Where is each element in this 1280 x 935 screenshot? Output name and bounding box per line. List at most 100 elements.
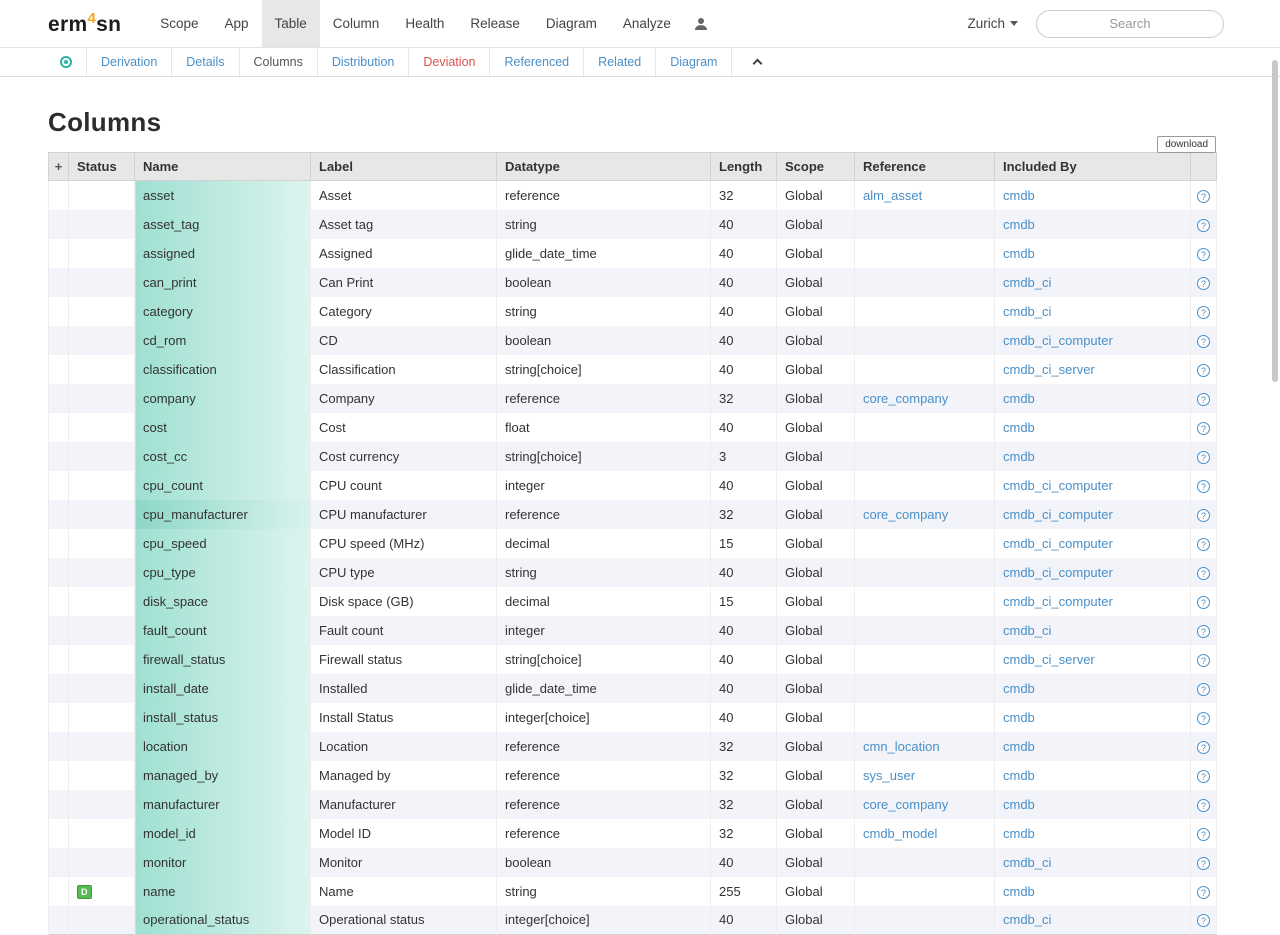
reference-link[interactable]: core_company	[863, 507, 948, 522]
table-row[interactable]: managed_byManaged byreference32Globalsys…	[49, 761, 1217, 790]
column-header-status[interactable]: Status	[69, 153, 135, 181]
table-row[interactable]: cd_romCDboolean40Globalcmdb_ci_computer?	[49, 326, 1217, 355]
help-icon[interactable]: ?	[1197, 422, 1210, 435]
included-by-link[interactable]: cmdb_ci_computer	[1003, 507, 1113, 522]
included-by-link[interactable]: cmdb_ci_computer	[1003, 536, 1113, 551]
column-header-included-by[interactable]: Included By	[995, 153, 1191, 181]
column-header-scope[interactable]: Scope	[777, 153, 855, 181]
help-icon[interactable]: ?	[1197, 828, 1210, 841]
add-column-header[interactable]: +	[49, 153, 69, 181]
included-by-link[interactable]: cmdb_ci_computer	[1003, 594, 1113, 609]
reference-link[interactable]: cmdb_model	[863, 826, 937, 841]
help-icon[interactable]: ?	[1197, 770, 1210, 783]
help-icon[interactable]: ?	[1197, 683, 1210, 696]
help-icon[interactable]: ?	[1197, 277, 1210, 290]
table-row[interactable]: classificationClassificationstring[choic…	[49, 355, 1217, 384]
table-row[interactable]: companyCompanyreference32Globalcore_comp…	[49, 384, 1217, 413]
nav-item-analyze[interactable]: Analyze	[610, 0, 684, 47]
table-row[interactable]: install_statusInstall Statusinteger[choi…	[49, 703, 1217, 732]
search-input[interactable]	[1036, 10, 1224, 38]
included-by-link[interactable]: cmdb	[1003, 710, 1035, 725]
collapse-panel-icon[interactable]	[753, 59, 763, 69]
nav-item-diagram[interactable]: Diagram	[533, 0, 610, 47]
column-header-datatype[interactable]: Datatype	[497, 153, 711, 181]
table-row[interactable]: cpu_countCPU countinteger40Globalcmdb_ci…	[49, 471, 1217, 500]
tab-diagram[interactable]: Diagram	[656, 48, 732, 76]
nav-item-release[interactable]: Release	[457, 0, 533, 47]
included-by-link[interactable]: cmdb	[1003, 188, 1035, 203]
help-icon[interactable]: ?	[1197, 335, 1210, 348]
reference-link[interactable]: sys_user	[863, 768, 915, 783]
reference-link[interactable]: core_company	[863, 391, 948, 406]
table-row[interactable]: cpu_speedCPU speed (MHz)decimal15Globalc…	[49, 529, 1217, 558]
reference-link[interactable]: cmn_location	[863, 739, 940, 754]
reference-link[interactable]: alm_asset	[863, 188, 922, 203]
included-by-link[interactable]: cmdb	[1003, 768, 1035, 783]
nav-item-scope[interactable]: Scope	[147, 0, 211, 47]
help-icon[interactable]: ?	[1197, 509, 1210, 522]
included-by-link[interactable]: cmdb_ci_server	[1003, 652, 1095, 667]
included-by-link[interactable]: cmdb	[1003, 797, 1035, 812]
help-icon[interactable]: ?	[1197, 654, 1210, 667]
help-icon[interactable]: ?	[1197, 306, 1210, 319]
help-icon[interactable]: ?	[1197, 190, 1210, 203]
table-row[interactable]: firewall_statusFirewall statusstring[cho…	[49, 645, 1217, 674]
table-row[interactable]: costCostfloat40Globalcmdb?	[49, 413, 1217, 442]
nav-item-app[interactable]: App	[211, 0, 261, 47]
included-by-link[interactable]: cmdb_ci_server	[1003, 362, 1095, 377]
tab-details[interactable]: Details	[172, 48, 239, 76]
included-by-link[interactable]: cmdb	[1003, 681, 1035, 696]
help-icon[interactable]: ?	[1197, 567, 1210, 580]
help-icon[interactable]: ?	[1197, 712, 1210, 725]
table-row[interactable]: monitorMonitorboolean40Globalcmdb_ci?	[49, 848, 1217, 877]
help-icon[interactable]: ?	[1197, 914, 1210, 927]
help-icon[interactable]: ?	[1197, 364, 1210, 377]
help-icon[interactable]: ?	[1197, 538, 1210, 551]
table-row[interactable]: can_printCan Printboolean40Globalcmdb_ci…	[49, 268, 1217, 297]
column-header-reference[interactable]: Reference	[855, 153, 995, 181]
table-row[interactable]: model_idModel IDreference32Globalcmdb_mo…	[49, 819, 1217, 848]
user-icon[interactable]	[692, 15, 710, 33]
help-icon[interactable]: ?	[1197, 248, 1210, 261]
table-row[interactable]: locationLocationreference32Globalcmn_loc…	[49, 732, 1217, 761]
table-row[interactable]: DnameNamestring255Globalcmdb?	[49, 877, 1217, 906]
column-header-label[interactable]: Label	[311, 153, 497, 181]
help-icon[interactable]: ?	[1197, 219, 1210, 232]
tab-related[interactable]: Related	[584, 48, 656, 76]
nav-item-table[interactable]: Table	[262, 0, 320, 47]
table-row[interactable]: assetAssetreference32Globalalm_assetcmdb…	[49, 181, 1217, 210]
included-by-link[interactable]: cmdb_ci_computer	[1003, 478, 1113, 493]
table-row[interactable]: cpu_manufacturerCPU manufacturerreferenc…	[49, 500, 1217, 529]
included-by-link[interactable]: cmdb	[1003, 420, 1035, 435]
help-icon[interactable]: ?	[1197, 625, 1210, 638]
included-by-link[interactable]: cmdb	[1003, 217, 1035, 232]
table-row[interactable]: categoryCategorystring40Globalcmdb_ci?	[49, 297, 1217, 326]
help-icon[interactable]: ?	[1197, 799, 1210, 812]
table-row[interactable]: asset_tagAsset tagstring40Globalcmdb?	[49, 210, 1217, 239]
help-icon[interactable]: ?	[1197, 393, 1210, 406]
vertical-scrollbar[interactable]	[1272, 60, 1278, 382]
help-icon[interactable]: ?	[1197, 886, 1210, 899]
included-by-link[interactable]: cmdb	[1003, 246, 1035, 261]
help-icon[interactable]: ?	[1197, 857, 1210, 870]
included-by-link[interactable]: cmdb_ci	[1003, 304, 1051, 319]
included-by-link[interactable]: cmdb	[1003, 449, 1035, 464]
included-by-link[interactable]: cmdb	[1003, 826, 1035, 841]
nav-item-column[interactable]: Column	[320, 0, 393, 47]
included-by-link[interactable]: cmdb_ci_computer	[1003, 565, 1113, 580]
tab-columns[interactable]: Columns	[240, 48, 318, 76]
table-row[interactable]: manufacturerManufacturerreference32Globa…	[49, 790, 1217, 819]
column-header-length[interactable]: Length	[711, 153, 777, 181]
table-row[interactable]: assignedAssignedglide_date_time40Globalc…	[49, 239, 1217, 268]
table-row[interactable]: cost_ccCost currencystring[choice]3Globa…	[49, 442, 1217, 471]
included-by-link[interactable]: cmdb_ci	[1003, 855, 1051, 870]
included-by-link[interactable]: cmdb	[1003, 739, 1035, 754]
tab-distribution[interactable]: Distribution	[318, 48, 410, 76]
included-by-link[interactable]: cmdb	[1003, 391, 1035, 406]
tab-derivation[interactable]: Derivation	[86, 48, 172, 76]
column-header-name[interactable]: Name	[135, 153, 311, 181]
reference-link[interactable]: core_company	[863, 797, 948, 812]
help-icon[interactable]: ?	[1197, 596, 1210, 609]
tab-deviation[interactable]: Deviation	[409, 48, 490, 76]
included-by-link[interactable]: cmdb	[1003, 884, 1035, 899]
